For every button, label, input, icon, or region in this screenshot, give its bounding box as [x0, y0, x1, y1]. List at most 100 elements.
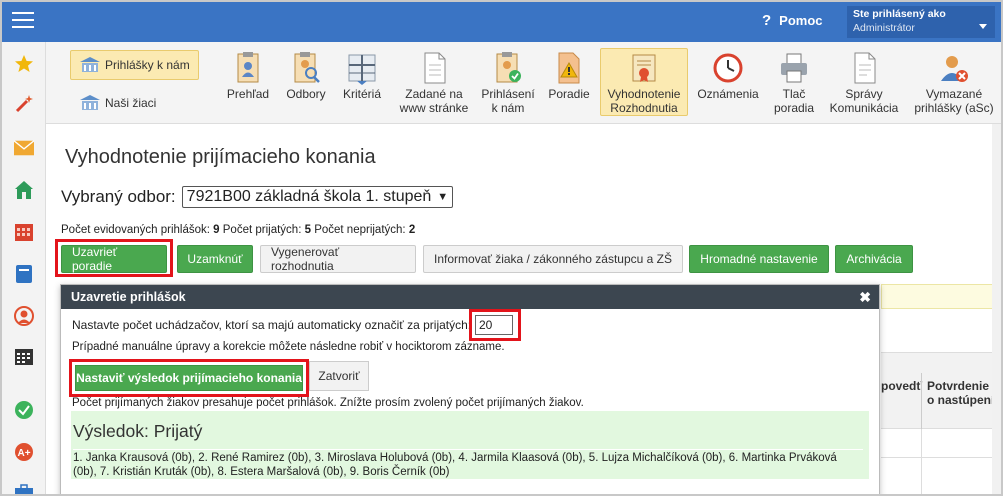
- rejected-label: Počet neprijatých:: [314, 224, 406, 236]
- magic-wand-icon[interactable]: [14, 94, 34, 114]
- toolbar-item-label: Vymazané prihlášky (aSc): [914, 87, 994, 115]
- toolbar-item-label: Poradie: [548, 87, 590, 101]
- close-order-button[interactable]: Uzavrieť poradie: [61, 245, 167, 273]
- envelope-icon[interactable]: [14, 138, 34, 158]
- deleted-user-icon: [937, 51, 971, 85]
- school-building-icon: [80, 57, 100, 72]
- help-label: Pomoc: [779, 13, 823, 28]
- chevron-down-icon: [979, 24, 987, 29]
- toolbar-nasi-ziaci[interactable]: Naši žiaci: [70, 88, 199, 118]
- school-building-icon: [80, 95, 100, 110]
- table-header: povedť Potvrdenie o nastúpení: [881, 352, 1001, 430]
- close-icon[interactable]: ✖: [859, 289, 871, 306]
- document-icon: [417, 51, 451, 85]
- app-window: ? Pomoc Ste prihlásený ako Administrátor: [0, 0, 1003, 496]
- left-sidebar: A+: [2, 42, 46, 494]
- field-select-row: Vybraný odbor: 7921B00 základná škola 1.…: [61, 186, 454, 208]
- home-icon[interactable]: [14, 180, 34, 200]
- toolbar-item-label: Vyhodnotenie Rozhodnutia: [607, 87, 681, 115]
- column-divider: [921, 429, 922, 494]
- toolbar-item-label: Oznámenia: [697, 87, 759, 101]
- toolbar-item-label: Odbory: [286, 87, 326, 101]
- column-divider: [921, 373, 922, 430]
- user-menu[interactable]: Ste prihlásený ako Administrátor: [847, 6, 995, 38]
- set-result-button[interactable]: Nastaviť výsledok prijímacieho konania: [75, 365, 303, 391]
- registered-label: Počet evidovaných prihlášok:: [61, 224, 210, 236]
- inform-student-button[interactable]: Informovať žiaka / zákonného zástupcu a …: [423, 245, 683, 273]
- toolbar-zadane-na-www[interactable]: Zadané na www stránke: [394, 48, 474, 116]
- module-toolbar: Prihlášky k nám Naši žiaci Prehľad Odbor…: [46, 42, 1001, 124]
- accepted-count-input[interactable]: 20: [475, 315, 513, 335]
- toolbar-item-label: Tlač poradia: [773, 87, 815, 115]
- column-header-response[interactable]: povedť: [881, 379, 922, 393]
- toolbar-vyhodnotenie-rozhodnutia[interactable]: Vyhodnotenie Rozhodnutia: [600, 48, 688, 116]
- bulk-settings-button[interactable]: Hromadné nastavenie: [689, 245, 829, 273]
- registered-count: 9: [213, 224, 220, 236]
- result-list: 1. Janka Krausová (0b), 2. René Ramirez …: [73, 449, 863, 479]
- select-label: Vybraný odbor:: [61, 187, 176, 206]
- toolbar-tlac-poradia[interactable]: Tlač poradia: [768, 48, 820, 116]
- scales-icon: [345, 51, 379, 85]
- briefcase-icon[interactable]: [14, 482, 34, 494]
- clipboard-person-icon: [231, 51, 265, 85]
- toolbar-poradie[interactable]: Poradie: [544, 48, 594, 116]
- clock-icon: [711, 51, 745, 85]
- calendar-grid-icon[interactable]: [14, 222, 34, 242]
- printer-icon: [777, 51, 811, 85]
- hamburger-menu-icon[interactable]: [12, 12, 34, 30]
- grade-a-plus-icon[interactable]: A+: [14, 442, 34, 462]
- close-applications-dialog: Uzavretie prihlášok ✖ Nastavte počet uch…: [60, 284, 880, 494]
- certificate-icon: [627, 51, 661, 85]
- toolbar-prihlasky-k-nam[interactable]: Prihlášky k nám: [70, 50, 199, 80]
- toolbar-item-label: Kritériá: [342, 87, 381, 101]
- notice-bar: [881, 284, 1001, 309]
- toolbar-prehlad[interactable]: Prehľad: [216, 48, 280, 116]
- dialog-header: Uzavretie prihlášok ✖: [61, 285, 879, 309]
- lock-button[interactable]: Uzamknúť: [177, 245, 253, 273]
- toolbar-oznamenia[interactable]: Oznámenia: [696, 48, 760, 116]
- top-bar: ? Pomoc Ste prihlásený ako Administrátor: [2, 2, 1001, 42]
- toolbar-item-label: Prehľad: [226, 87, 270, 101]
- dialog-close-button[interactable]: Zatvoriť: [309, 361, 369, 391]
- clipboard-check-icon: [491, 51, 525, 85]
- person-icon[interactable]: [14, 306, 34, 326]
- toolbar-vymazane-prihlasky[interactable]: Vymazané prihlášky (aSc): [906, 48, 1001, 116]
- help-button[interactable]: ? Pomoc: [762, 12, 823, 29]
- user-name: Administrátor: [853, 22, 915, 34]
- column-header-confirmation[interactable]: Potvrdenie o nastúpení: [927, 379, 997, 407]
- field-select[interactable]: 7921B00 základná škola 1. stupeň ▼: [181, 186, 454, 208]
- generate-decisions-button[interactable]: Vygenerovať rozhodnutia: [260, 245, 416, 273]
- toolbar-item-label: Prihlásení k nám: [481, 87, 535, 115]
- archive-button[interactable]: Archivácia: [835, 245, 913, 273]
- toolbar-left-label: Naši žiaci: [105, 96, 157, 110]
- rejected-count: 2: [408, 224, 416, 236]
- accepted-label: Počet prijatých:: [222, 224, 302, 236]
- toolbar-spravy-komunikacia[interactable]: Správy Komunikácia: [826, 48, 902, 116]
- svg-text:A+: A+: [17, 448, 30, 459]
- message-document-icon: [847, 51, 881, 85]
- warning-document-icon: [552, 51, 586, 85]
- vertical-scrollbar[interactable]: [992, 124, 1001, 494]
- chevron-down-icon: ▼: [437, 191, 449, 203]
- dialog-warning: Počet prijímaných žiakov presahuje počet…: [72, 397, 584, 409]
- question-mark-icon: ?: [762, 12, 772, 29]
- page-title: Vyhodnotenie prijímacieho konania: [65, 146, 376, 168]
- clipboard-search-icon: [289, 51, 323, 85]
- accepted-count: 5: [304, 224, 311, 236]
- timetable-icon[interactable]: [14, 346, 34, 366]
- toolbar-kriteria[interactable]: Kritériá: [336, 48, 388, 116]
- table-row-divider: [881, 457, 1001, 458]
- field-select-value: 7921B00 základná škola 1. stupeň: [186, 188, 432, 205]
- dialog-note: Prípadné manuálne úpravy a korekcie môže…: [72, 341, 505, 353]
- toolbar-odbory[interactable]: Odbory: [280, 48, 332, 116]
- toolbar-item-label: Zadané na www stránke: [399, 87, 469, 115]
- counts-line: Počet evidovaných prihlášok: 9 Počet pri…: [61, 224, 415, 236]
- toolbar-left-label: Prihlášky k nám: [105, 58, 190, 72]
- toolbar-prihlaseni-k-nam[interactable]: Prihlásení k nám: [478, 48, 538, 116]
- book-icon[interactable]: [14, 264, 34, 284]
- check-circle-icon[interactable]: [14, 400, 34, 420]
- result-panel: Výsledok: Prijatý 1. Janka Krausová (0b)…: [71, 411, 869, 479]
- dialog-instruction: Nastavte počet uchádzačov, ktorí sa majú…: [72, 318, 472, 332]
- result-title: Výsledok: Prijatý: [73, 421, 203, 441]
- star-icon[interactable]: [14, 54, 34, 74]
